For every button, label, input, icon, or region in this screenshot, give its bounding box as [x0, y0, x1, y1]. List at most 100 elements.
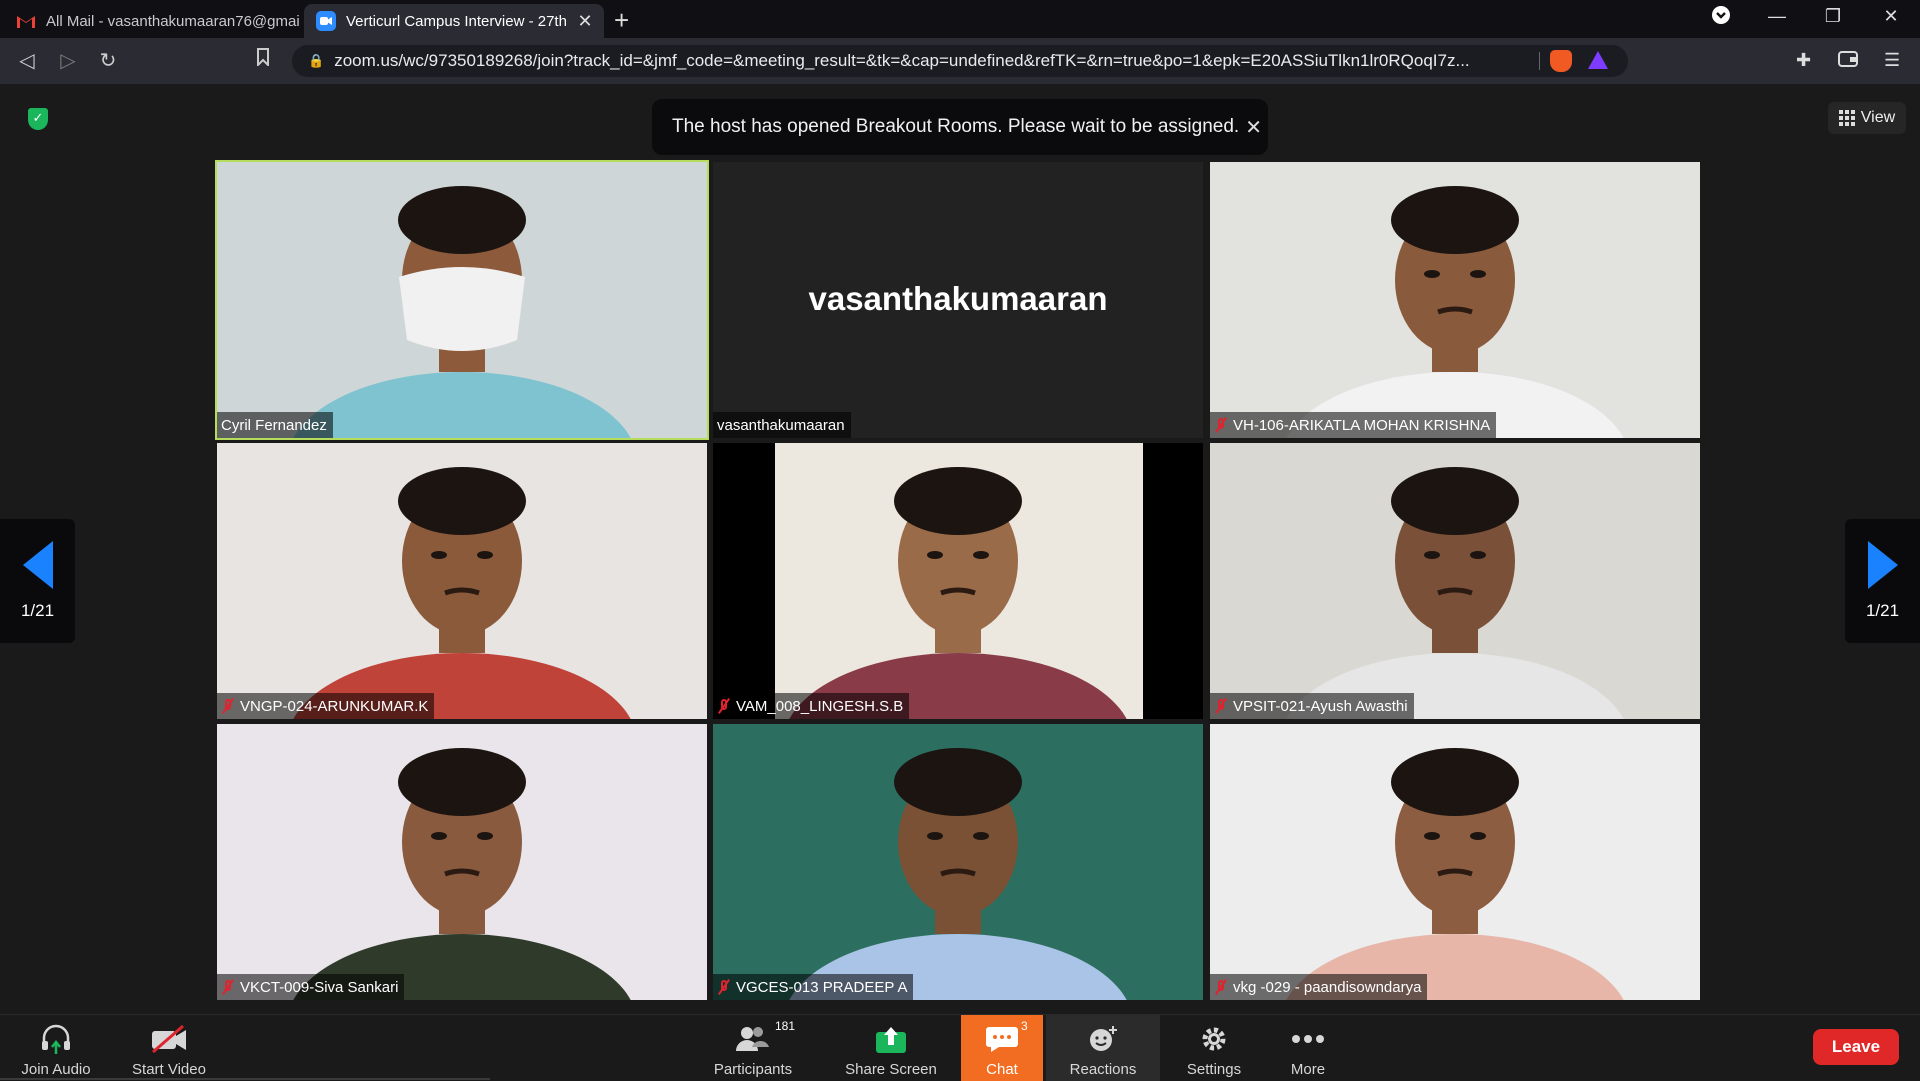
mic-muted-icon: [717, 698, 731, 714]
tab-gmail[interactable]: All Mail - vasanthakumaaran76@gmail.com: [4, 4, 300, 38]
close-tab-icon[interactable]: ✕: [574, 11, 596, 32]
video-off-icon: [149, 1021, 189, 1057]
smiley-icon: [1088, 1021, 1118, 1057]
participant-video: [217, 162, 707, 438]
more-button[interactable]: More: [1272, 1015, 1344, 1081]
leave-button[interactable]: Leave: [1813, 1029, 1899, 1065]
bookmark-icon[interactable]: [250, 48, 276, 72]
mic-muted-icon: [1214, 698, 1228, 714]
join-audio-label: Join Audio: [21, 1061, 91, 1078]
join-audio-button[interactable]: Join Audio: [12, 1015, 100, 1081]
brave-shields-icon[interactable]: [1550, 50, 1572, 72]
participants-icon: 181: [735, 1019, 795, 1057]
participant-name-label: vasanthakumaaran: [713, 412, 851, 438]
url-text: zoom.us/wc/97350189268/join?track_id=&jm…: [334, 51, 1470, 70]
participant-tile[interactable]: VAM_008_LINGESH.S.B: [713, 443, 1203, 719]
url-bar[interactable]: 🔒 zoom.us/wc/97350189268/join?track_id=&…: [292, 45, 1628, 77]
participant-video: [713, 443, 1203, 719]
participant-name: vasanthakumaaran: [717, 416, 845, 434]
participant-name: VAM_008_LINGESH.S.B: [736, 697, 904, 715]
close-window-icon[interactable]: ✕: [1876, 6, 1906, 27]
next-page-button[interactable]: 1/21: [1845, 519, 1920, 643]
participant-video: [713, 724, 1203, 1000]
participant-name-label: VNGP-024-ARUNKUMAR.K: [217, 693, 435, 719]
view-label: View: [1860, 109, 1896, 126]
back-icon[interactable]: ◁: [14, 48, 40, 73]
reload-icon[interactable]: ↻: [95, 48, 121, 73]
arrow-left-icon: [22, 541, 53, 589]
brave-rewards-icon[interactable]: [1588, 51, 1608, 69]
participant-name: Cyril Fernandez: [221, 416, 327, 434]
extensions-icon[interactable]: ✚: [1796, 50, 1811, 71]
mic-muted-icon: [717, 979, 731, 995]
participant-name-label: VPSIT-021-Ayush Awasthi: [1210, 693, 1414, 719]
participant-video: [217, 724, 707, 1000]
page-indicator: 1/21: [20, 601, 55, 620]
mic-muted-icon: [1214, 417, 1228, 433]
settings-label: Settings: [1186, 1061, 1242, 1078]
participant-name-label: VH-106-ARIKATLA MOHAN KRISHNA: [1210, 412, 1497, 438]
meeting-toolbar: Join Audio Start Video 181 Participants …: [0, 1014, 1920, 1081]
participant-tile[interactable]: VGCES-013 PRADEEP A: [713, 724, 1203, 1000]
encryption-shield-icon[interactable]: ✓: [28, 108, 48, 130]
participant-tile[interactable]: VPSIT-021-Ayush Awasthi: [1210, 443, 1700, 719]
participant-tile[interactable]: vasanthakumaaran vasanthakumaaran: [713, 162, 1203, 438]
lock-icon: 🔒: [308, 53, 325, 68]
previous-page-button[interactable]: 1/21: [0, 519, 75, 643]
participant-name: VPSIT-021-Ayush Awasthi: [1233, 697, 1408, 715]
participant-name: VH-106-ARIKATLA MOHAN KRISHNA: [1233, 416, 1491, 434]
participant-tile[interactable]: VNGP-024-ARUNKUMAR.K: [217, 443, 707, 719]
more-icon: [1291, 1021, 1325, 1057]
participant-tile[interactable]: VKCT-009-Siva Sankari: [217, 724, 707, 1000]
participant-name-label: Cyril Fernandez: [217, 412, 333, 438]
menu-icon[interactable]: ☰: [1884, 50, 1900, 71]
share-screen-icon: [875, 1021, 907, 1057]
view-button[interactable]: View: [1828, 102, 1906, 134]
settings-button[interactable]: Settings: [1176, 1015, 1252, 1081]
mic-muted-icon: [221, 698, 235, 714]
url-divider: [1539, 52, 1540, 70]
share-screen-label: Share Screen: [845, 1061, 937, 1078]
participant-video: [1210, 162, 1700, 438]
reactions-label: Reactions: [1069, 1061, 1137, 1078]
notification-message: The host has opened Breakout Rooms. Plea…: [672, 116, 1240, 137]
new-tab-icon[interactable]: +: [614, 5, 629, 36]
participants-count: 181: [775, 1019, 796, 1033]
participants-button[interactable]: 181 Participants: [706, 1015, 800, 1081]
minimize-icon[interactable]: —: [1762, 6, 1792, 27]
participant-tile[interactable]: VH-106-ARIKATLA MOHAN KRISHNA: [1210, 162, 1700, 438]
tab-zoom-meeting[interactable]: Verticurl Campus Interview - 27th ✕: [304, 4, 604, 38]
chat-button[interactable]: 3 Chat: [961, 1015, 1043, 1081]
wallet-icon[interactable]: [1838, 50, 1858, 73]
participant-name: vkg -029 - paandisowndarya: [1233, 978, 1422, 996]
participant-name: VKCT-009-Siva Sankari: [240, 978, 399, 996]
participants-label: Participants: [713, 1061, 793, 1078]
grid-icon: [1838, 110, 1855, 126]
participant-name: VGCES-013 PRADEEP A: [736, 978, 908, 996]
participant-video: [1210, 724, 1700, 1000]
gear-icon: [1200, 1021, 1228, 1057]
headphone-icon: [39, 1021, 73, 1057]
share-screen-button[interactable]: Share Screen: [836, 1015, 946, 1081]
participant-tile[interactable]: vkg -029 - paandisowndarya: [1210, 724, 1700, 1000]
participant-name-label: VKCT-009-Siva Sankari: [217, 974, 405, 1000]
arrow-right-icon: [1867, 541, 1898, 589]
participant-name-label: VGCES-013 PRADEEP A: [713, 974, 914, 1000]
participant-display-name: vasanthakumaaran: [808, 280, 1108, 317]
start-video-button[interactable]: Start Video: [124, 1015, 214, 1081]
more-label: More: [1290, 1061, 1326, 1078]
reactions-button[interactable]: Reactions: [1046, 1015, 1160, 1081]
gmail-icon: [16, 11, 36, 31]
browser-tab-bar: All Mail - vasanthakumaaran76@gmail.com …: [0, 0, 1920, 38]
tab-title: All Mail - vasanthakumaaran76@gmail.com: [46, 12, 300, 30]
forward-icon[interactable]: ▷: [55, 48, 81, 73]
participant-tile[interactable]: Cyril Fernandez: [215, 160, 709, 440]
profile-menu-icon[interactable]: [1706, 6, 1736, 29]
zoom-icon: [316, 11, 336, 31]
mic-muted-icon: [1214, 979, 1228, 995]
participant-name: VNGP-024-ARUNKUMAR.K: [240, 697, 429, 715]
chat-count: 3: [1021, 1019, 1028, 1033]
close-icon[interactable]: ✕: [1239, 115, 1268, 140]
participant-name-label: VAM_008_LINGESH.S.B: [713, 693, 910, 719]
restore-icon[interactable]: ❐: [1818, 6, 1848, 27]
